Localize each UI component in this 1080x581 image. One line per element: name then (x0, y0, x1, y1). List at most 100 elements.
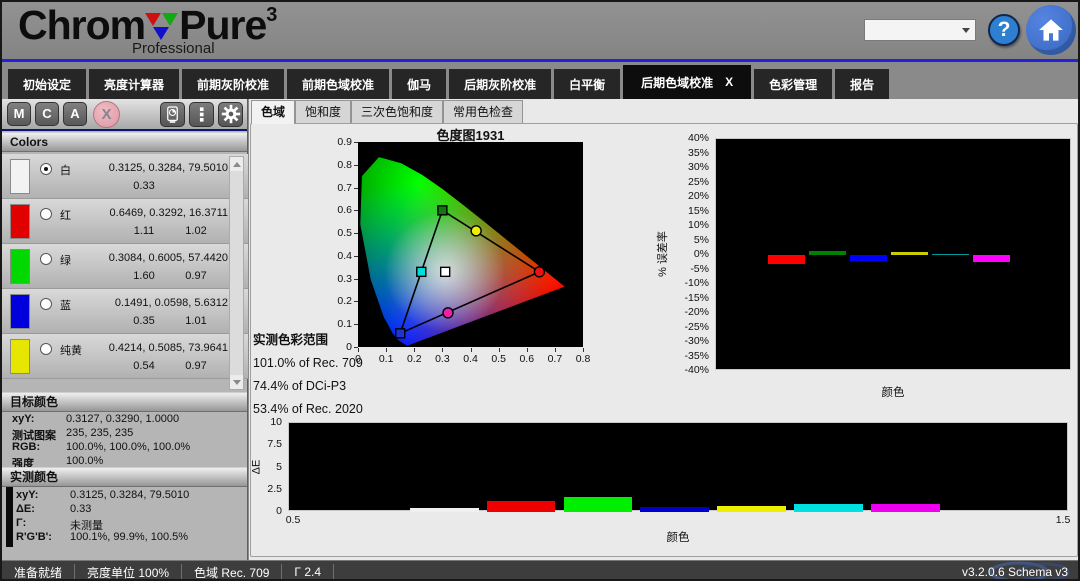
kv-label: xyY: (16, 489, 38, 501)
tab-报告[interactable]: 报告 (835, 69, 889, 99)
color-xyY-value: 0.4214, 0.5085, 73.9641 (80, 342, 228, 354)
kv-row: 测试图案235, 235, 235 (2, 427, 248, 441)
tab-close-icon[interactable]: X (725, 75, 733, 89)
kv-value: 235, 235, 235 (66, 427, 133, 439)
main-tabbar: 初始设定 亮度计算器前期灰阶校准 前期色域校准 伽马 后期灰阶校准 白平衡 后期色域校准X 色… (8, 67, 889, 99)
cie-xtick: 0.5 (485, 353, 513, 365)
color-metric-b: 0.97 (174, 360, 218, 372)
color-radio[interactable] (40, 208, 52, 220)
luminance-error-chart-ytick: 15% (675, 205, 709, 217)
meter-m-button[interactable]: M (7, 102, 31, 126)
luminance-error-chart-ytick: -20% (675, 306, 709, 318)
meter-a-button[interactable]: A (63, 102, 87, 126)
close-icon: X (101, 106, 111, 123)
gamut-point-绿 (438, 206, 447, 215)
cie-diagram (358, 142, 583, 347)
measured-color-values: xyY:0.3125, 0.3284, 79.5010ΔE:0.33Γ:未测量R… (2, 489, 248, 545)
tab-label: 白平衡 (569, 76, 605, 93)
colors-scrollbar[interactable] (229, 156, 244, 390)
scroll-up-icon[interactable] (230, 157, 243, 171)
tab-色彩管理[interactable]: 色彩管理 (754, 69, 832, 99)
color-row-红[interactable]: 红0.6469, 0.3292, 16.37111.111.02 (2, 199, 248, 244)
tab-label: 前期色域校准 (302, 76, 374, 93)
delta-e-chart-bar-蓝 (640, 507, 709, 512)
cie-ytick: 0.4 (326, 250, 352, 262)
color-radio[interactable] (40, 163, 52, 175)
luminance-error-chart-ytick: 40% (675, 132, 709, 144)
color-row-白[interactable]: 白0.3125, 0.3284, 79.50100.33 (2, 154, 248, 199)
subtab-饱和度[interactable]: 饱和度 (295, 100, 351, 123)
tab-label: 伽马 (407, 76, 431, 93)
rgb-triangles-icon (145, 7, 179, 41)
kv-label: Γ: (16, 517, 26, 529)
subtab-色域[interactable]: 色域 (251, 100, 295, 124)
color-row-绿[interactable]: 绿0.3084, 0.6005, 57.44201.600.97 (2, 244, 248, 289)
tab-前期灰阶校准[interactable]: 前期灰阶校准 (182, 69, 284, 99)
status-item: 亮度单位 100% (75, 564, 181, 581)
cie-xtick: 0.7 (541, 353, 569, 365)
meter-device-button[interactable] (160, 102, 185, 127)
color-row-蓝[interactable]: 蓝0.1491, 0.0598, 5.63120.351.01 (2, 289, 248, 334)
settings-button[interactable] (218, 102, 243, 127)
colors-section-header: Colors (2, 132, 247, 152)
luminance-error-chart-bar-青 (932, 254, 969, 256)
tab-label: 色彩管理 (769, 76, 817, 93)
meter-toolbar: M C A X (2, 99, 247, 129)
kv-value: 100.1%, 99.9%, 100.5% (70, 531, 188, 543)
color-radio[interactable] (40, 343, 52, 355)
subtab-bar: 色域饱和度三次色饱和度常用色检查 (251, 100, 523, 124)
preset-dropdown[interactable] (864, 19, 976, 41)
color-metric-b: 1.02 (174, 225, 218, 237)
luminance-error-chart-bar-绿 (809, 251, 846, 255)
color-swatch (10, 204, 30, 239)
tab-伽马[interactable]: 伽马 (392, 69, 446, 99)
gamut-point-红 (534, 267, 544, 277)
kv-label: RGB: (12, 441, 40, 453)
cie-xtick: 0.4 (457, 353, 485, 365)
color-radio[interactable] (40, 298, 52, 310)
color-name: 蓝 (60, 297, 71, 313)
tab-后期色域校准[interactable]: 后期色域校准X (623, 65, 751, 99)
logo-text-prefix: Chrom (18, 2, 145, 48)
cie-ytick: 0 (326, 341, 352, 353)
delta-e-chart-bar-黄 (717, 506, 786, 512)
gamut-point-白 (441, 267, 450, 276)
delta-e-chart-xlabel: 颜色 (648, 529, 708, 545)
help-button[interactable]: ? (988, 14, 1020, 46)
color-xyY-value: 0.3125, 0.3284, 79.5010 (80, 162, 228, 174)
home-button[interactable] (1026, 5, 1076, 55)
tab-白平衡[interactable]: 白平衡 (554, 69, 620, 99)
chevron-down-icon (962, 28, 970, 33)
status-item: 准备就绪 (2, 564, 74, 581)
meter-c-button[interactable]: C (35, 102, 59, 126)
cie-ytick: 0.3 (326, 273, 352, 285)
luminance-error-chart-ytick: 5% (675, 234, 709, 246)
subtab-三次色饱和度[interactable]: 三次色饱和度 (351, 100, 443, 123)
gamut-point-洋红 (443, 308, 453, 318)
cie-xtick: 0 (344, 353, 372, 365)
target-color-values: xyY:0.3127, 0.3290, 1.0000测试图案235, 235, … (2, 413, 248, 469)
color-radio[interactable] (40, 253, 52, 265)
logo-superscript: 3 (266, 4, 277, 26)
cie-ytick: 0.5 (326, 227, 352, 239)
scroll-down-icon[interactable] (230, 375, 243, 389)
luminance-error-chart-ytick: 25% (675, 176, 709, 188)
tab-前期色域校准[interactable]: 前期色域校准 (287, 69, 389, 99)
tab-label: 初始设定 (23, 76, 71, 93)
help-icon: ? (998, 18, 1011, 41)
tab-后期灰阶校准[interactable]: 后期灰阶校准 (449, 69, 551, 99)
status-separator (333, 564, 334, 580)
close-meter-button[interactable]: X (93, 101, 120, 128)
kv-value: 0.3125, 0.3284, 79.5010 (70, 489, 189, 501)
tab-初始设定[interactable]: 初始设定 (8, 69, 86, 99)
menu-button[interactable] (189, 102, 214, 127)
color-row-纯黄[interactable]: 纯黄0.4214, 0.5085, 73.96410.540.97 (2, 334, 248, 379)
color-name: 纯黄 (60, 342, 82, 358)
header: ChromPure3 Professional ? (2, 2, 1078, 59)
luminance-error-chart-ytick: -5% (675, 263, 709, 275)
color-xyY-value: 0.6469, 0.3292, 16.3711 (80, 207, 228, 219)
tab-label: 报告 (850, 76, 874, 93)
delta-e-chart-xtick-min: 0.5 (278, 514, 308, 526)
tab-亮度计算器[interactable]: 亮度计算器 (89, 69, 179, 99)
subtab-常用色检查[interactable]: 常用色检查 (443, 100, 523, 123)
